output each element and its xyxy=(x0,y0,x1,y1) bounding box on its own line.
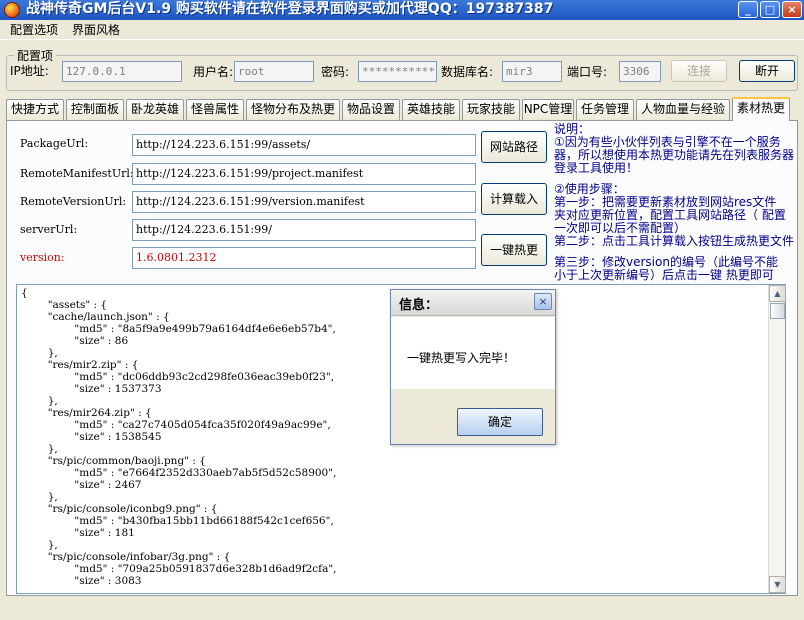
window-bottom-edge xyxy=(0,600,804,620)
calc-load-button[interactable]: 计算载入 xyxy=(481,183,547,215)
dialog-close-button[interactable]: × xyxy=(534,293,552,310)
instructions-text: 说明： ①因为有些小伙伴列表与引擎不在一个服务 器，所以想使用本热更功能请先在列… xyxy=(554,123,800,283)
vertical-scrollbar[interactable]: ▲ ▼ xyxy=(768,285,786,593)
tab-player-skills[interactable]: 玩家技能 xyxy=(462,99,520,120)
ip-label: IP地址: xyxy=(10,64,49,78)
dialog-ok-button[interactable]: 确定 xyxy=(457,408,543,436)
database-label: 数据库名: xyxy=(441,65,494,79)
minimize-button[interactable]: _ xyxy=(738,1,758,18)
window-title: 战神传奇GM后台V1.9 购买软件请在软件登录界面购买或加代理QQ：197387… xyxy=(26,1,554,17)
title-bar[interactable]: 战神传奇GM后台V1.9 购买软件请在软件登录界面购买或加代理QQ：197387… xyxy=(0,0,804,20)
version-label: version: xyxy=(20,251,65,264)
hot-update-button[interactable]: 一键热更 xyxy=(481,234,547,266)
menu-config-options[interactable]: 配置选项 xyxy=(10,22,58,38)
password-label: 密码: xyxy=(321,65,350,79)
note-line: 小于上次更新编号）后点击一键 热更即可 xyxy=(554,268,774,282)
scroll-thumb[interactable] xyxy=(770,303,785,319)
disconnect-button[interactable]: 断开 xyxy=(739,60,795,82)
tab-asset-hot-update[interactable]: 素材热更 xyxy=(732,97,790,121)
tab-hero-skills[interactable]: 英雄技能 xyxy=(402,99,460,120)
manifest-content: { "assets" : { "cache/launch.json" : { "… xyxy=(21,287,337,587)
menu-bar xyxy=(0,20,804,40)
scroll-up-icon[interactable]: ▲ xyxy=(769,285,786,302)
info-dialog: 信息： × 一键热更写入完毕！ 确定 xyxy=(390,289,556,445)
remote-version-label: RemoteVersionUrl: xyxy=(20,195,127,208)
note-line: 登录工具使用！ xyxy=(554,161,639,175)
tab-monster-distribution[interactable]: 怪物分布及热更 xyxy=(246,99,340,120)
ip-input[interactable]: 127.0.0.1 xyxy=(62,61,182,82)
tab-quest-management[interactable]: 任务管理 xyxy=(576,99,634,120)
server-url-input[interactable]: http://124.223.6.151:99/ xyxy=(132,219,476,241)
remote-version-input[interactable]: http://124.223.6.151:99/version.manifest xyxy=(132,191,476,213)
tab-control-panel[interactable]: 控制面板 xyxy=(66,99,124,120)
config-legend: 配置项 xyxy=(14,47,57,64)
dialog-message: 一键热更写入完毕！ xyxy=(407,351,516,365)
dialog-title: 信息： xyxy=(399,298,439,313)
menu-ui-style[interactable]: 界面风格 xyxy=(72,22,120,38)
database-input[interactable]: mir3 xyxy=(502,61,562,82)
version-input[interactable]: 1.6.0801.2312 xyxy=(132,247,476,269)
username-label: 用户名: xyxy=(193,65,234,79)
tab-item-settings[interactable]: 物品设置 xyxy=(342,99,400,120)
password-input[interactable]: ************* xyxy=(358,61,437,82)
server-url-label: serverUrl: xyxy=(20,223,78,236)
dialog-title-bar[interactable]: 信息： × xyxy=(391,290,555,316)
tab-hp-experience[interactable]: 人物血量与经验 xyxy=(636,99,730,120)
package-url-input[interactable]: http://124.223.6.151:99/assets/ xyxy=(132,134,476,156)
tab-wolong-hero[interactable]: 卧龙英雄 xyxy=(126,99,184,120)
tab-shortcuts[interactable]: 快捷方式 xyxy=(6,99,64,120)
remote-manifest-input[interactable]: http://124.223.6.151:99/project.manifest xyxy=(132,163,476,185)
scroll-down-icon[interactable]: ▼ xyxy=(769,576,786,593)
maximize-button[interactable]: □ xyxy=(760,1,780,18)
tab-npc-management[interactable]: NPC管理 xyxy=(522,99,574,120)
username-input[interactable]: root xyxy=(234,61,314,82)
site-path-button[interactable]: 网站路径 xyxy=(481,131,547,163)
remote-manifest-label: RemoteManifestUrl: xyxy=(20,167,134,180)
connect-button[interactable]: 连接 xyxy=(671,60,727,82)
note-line: 第二步：点击工具计算载入按钮生成热更文件 xyxy=(554,234,795,248)
port-input[interactable]: 3306 xyxy=(619,61,661,82)
port-label: 端口号: xyxy=(567,65,608,79)
app-logo-icon xyxy=(4,2,20,18)
close-button[interactable]: × xyxy=(782,1,802,18)
tab-monster-attributes[interactable]: 怪兽属性 xyxy=(186,99,244,120)
package-url-label: PackageUrl: xyxy=(20,137,89,150)
